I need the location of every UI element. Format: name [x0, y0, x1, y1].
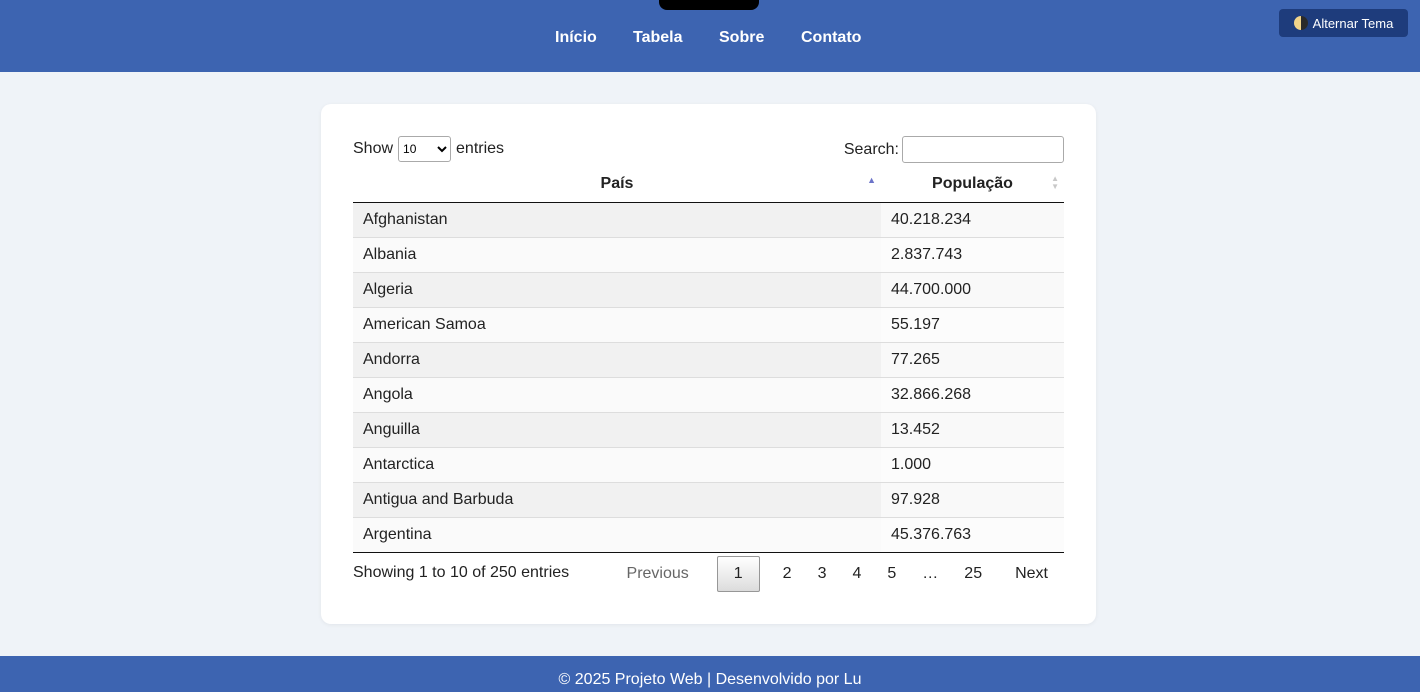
table-row: Afghanistan 40.218.234	[353, 202, 1064, 237]
nav-link-tabela[interactable]: Tabela	[633, 29, 683, 47]
country-cell: Argentina	[353, 516, 881, 553]
nav-link-contato[interactable]: Contato	[801, 29, 861, 47]
population-cell: 40.218.234	[881, 202, 1064, 237]
page-button-2[interactable]: 2	[770, 556, 805, 592]
camera-notch	[659, 0, 759, 10]
country-cell: Algeria	[353, 271, 881, 307]
table-info: Showing 1 to 10 of 250 entries	[353, 564, 570, 581]
population-cell: 77.265	[881, 341, 1064, 377]
column-header-label: População	[932, 174, 1013, 192]
footer-text: © 2025 Projeto Web | Desenvolvido por Lu	[558, 671, 862, 688]
toggle-theme-label: Alternar Tema	[1312, 15, 1394, 31]
table-card: Show 10 entries Search: País ▲ População…	[321, 104, 1096, 624]
country-cell: Antigua and Barbuda	[353, 481, 881, 517]
search-input[interactable]	[902, 136, 1064, 163]
countries-table: País ▲ População ▲ ▼ Afghanistan 40.218.23…	[353, 166, 1064, 553]
sort-unsorted-icon: ▲ ▼	[1051, 174, 1059, 191]
population-cell: 1.000	[881, 446, 1064, 482]
table-row: Antarctica 1.000	[353, 446, 1064, 482]
page-button-1[interactable]: 1	[716, 556, 760, 592]
previous-page-button[interactable]: Previous	[609, 556, 707, 592]
pagination-ellipsis: …	[922, 565, 939, 582]
show-label: Show	[353, 140, 394, 157]
country-cell: Albania	[353, 236, 881, 272]
nav-link-inicio[interactable]: Início	[555, 29, 597, 47]
table-row: Antigua and Barbuda 97.928	[353, 481, 1064, 517]
page-size-select[interactable]: 10	[398, 136, 452, 162]
page-button-4[interactable]: 4	[839, 556, 874, 592]
column-header-pais[interactable]: País ▲	[353, 166, 881, 203]
search-label: Search:	[843, 140, 899, 158]
nav-link-sobre[interactable]: Sobre	[719, 29, 764, 47]
page-length-control: Show 10 entries	[353, 136, 504, 162]
column-header-label: País	[600, 174, 634, 192]
table-row: Anguilla 13.452	[353, 411, 1064, 447]
top-navbar: Início Tabela Sobre Contato Alternar Tem…	[0, 0, 1420, 72]
population-cell: 44.700.000	[881, 271, 1064, 307]
country-cell: Andorra	[353, 341, 881, 377]
population-cell: 55.197	[881, 306, 1064, 342]
population-cell: 2.837.743	[881, 236, 1064, 272]
population-cell: 45.376.763	[881, 516, 1064, 553]
table-row: Algeria 44.700.000	[353, 271, 1064, 307]
table-row: Andorra 77.265	[353, 341, 1064, 377]
toggle-theme-button[interactable]: Alternar Tema	[1279, 9, 1408, 37]
country-cell: American Samoa	[353, 306, 881, 342]
column-header-populacao[interactable]: População ▲ ▼	[881, 166, 1064, 203]
next-page-button[interactable]: Next	[995, 556, 1064, 592]
table-row: Albania 2.837.743	[353, 236, 1064, 272]
country-cell: Angola	[353, 376, 881, 412]
table-row: Angola 32.866.268	[353, 376, 1064, 412]
half-moon-icon	[1293, 16, 1308, 30]
page-button-25[interactable]: 25	[951, 556, 995, 592]
population-cell: 32.866.268	[881, 376, 1064, 412]
population-cell: 13.452	[881, 411, 1064, 447]
page-button-3[interactable]: 3	[805, 556, 840, 592]
page-button-5[interactable]: 5	[874, 556, 909, 592]
country-cell: Antarctica	[353, 446, 881, 482]
page-footer: © 2025 Projeto Web | Desenvolvido por Lu	[0, 656, 1420, 692]
country-cell: Anguilla	[353, 411, 881, 447]
pagination: Previous 1 2 3 4 5 … 25 Next	[609, 556, 1064, 592]
search-control: Search:	[844, 136, 1064, 163]
entries-label: entries	[456, 140, 505, 157]
population-cell: 97.928	[881, 481, 1064, 517]
table-row: Argentina 45.376.763	[353, 516, 1064, 553]
country-cell: Afghanistan	[353, 202, 881, 237]
sort-ascending-icon: ▲	[867, 175, 876, 185]
table-row: American Samoa 55.197	[353, 306, 1064, 342]
